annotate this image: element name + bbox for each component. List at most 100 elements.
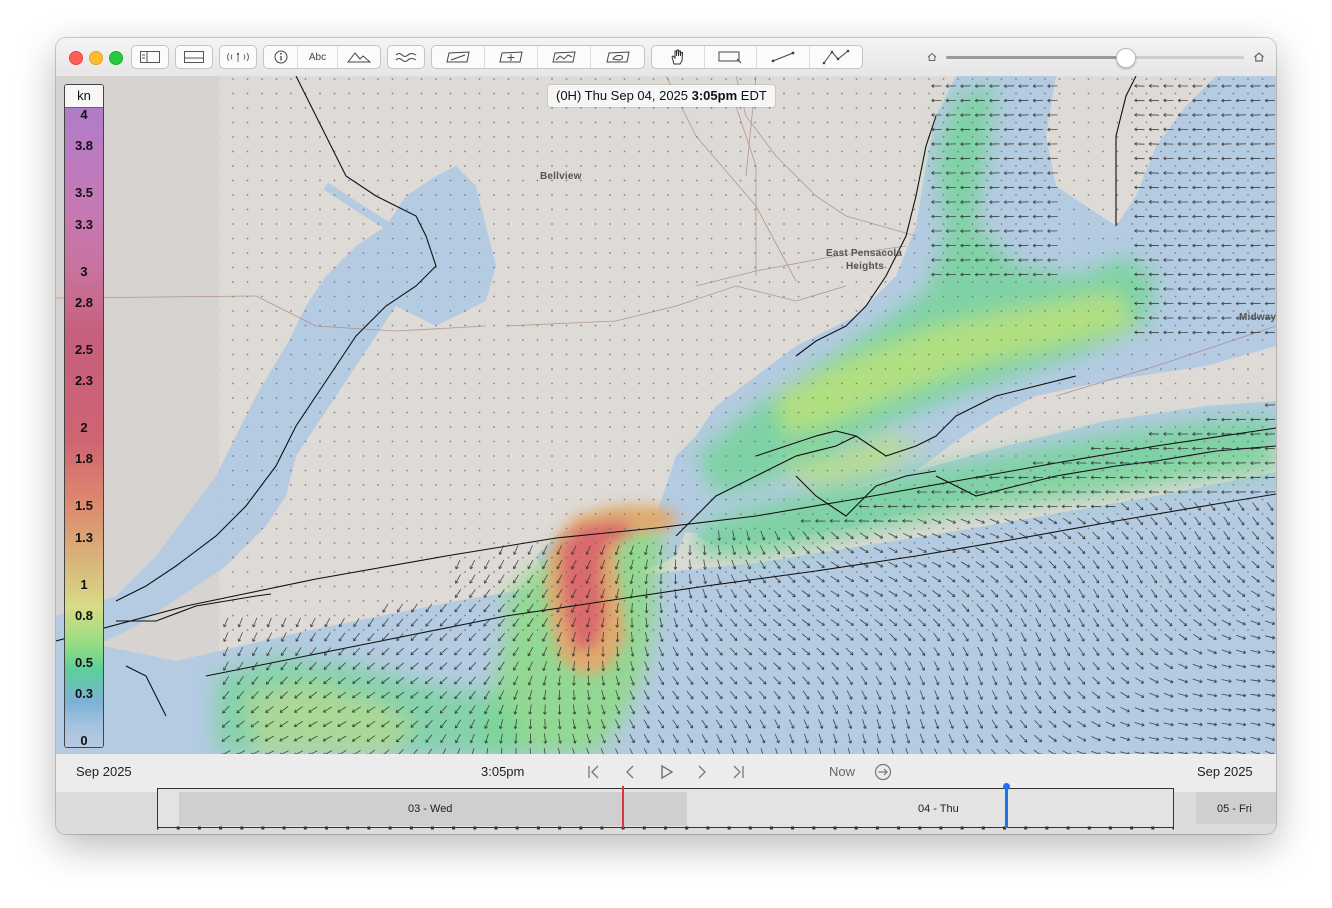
select-tool-button[interactable] bbox=[705, 46, 757, 68]
step-forward-icon[interactable] bbox=[692, 762, 712, 782]
legend-tick: 1.5 bbox=[74, 498, 94, 514]
timeline-current-marker[interactable] bbox=[1005, 785, 1008, 828]
timeline-hour-tick bbox=[981, 826, 985, 830]
measure-tool-button[interactable] bbox=[757, 46, 810, 68]
timeline-hour-tick bbox=[1024, 826, 1028, 830]
valid-time-label: (0H) Thu Sep 04, 2025 3:05pm EDT bbox=[548, 85, 775, 107]
zoom-slider[interactable] bbox=[926, 48, 1266, 68]
current-map[interactable]: (0H) Thu Sep 04, 2025 3:05pm EDT Bellvie… bbox=[56, 76, 1276, 754]
zoom-window-button[interactable] bbox=[109, 51, 123, 65]
skip-to-start-icon[interactable] bbox=[584, 762, 604, 782]
timeline-right-month: Sep 2025 bbox=[1197, 764, 1253, 779]
timeline-hour-tick bbox=[409, 826, 413, 830]
timeline-hour-tick bbox=[346, 826, 350, 830]
waves-icon bbox=[395, 53, 417, 62]
route-add-icon bbox=[499, 51, 523, 63]
toolbar-group-annotate: Abc bbox=[263, 45, 381, 69]
timeline-current-time: 3:05pm bbox=[481, 764, 525, 779]
play-icon[interactable] bbox=[656, 762, 676, 782]
close-window-button[interactable] bbox=[69, 51, 83, 65]
timeline-panel: Sep 2025 3:05pm Now Sep 2025 03 - Wed 04… bbox=[56, 754, 1276, 834]
timeline-hour-tick bbox=[536, 826, 540, 830]
info-button[interactable] bbox=[264, 46, 298, 68]
polyline-icon bbox=[822, 49, 850, 65]
signal-icon bbox=[227, 52, 249, 62]
legend-tick: 2.3 bbox=[74, 373, 94, 389]
currents-layer-button[interactable] bbox=[388, 46, 424, 68]
route-chart-button[interactable] bbox=[538, 46, 591, 68]
timeline-hour-tick bbox=[706, 826, 710, 830]
timeline-hour-tick bbox=[791, 826, 795, 830]
labels-button[interactable]: Abc bbox=[298, 46, 338, 68]
pan-hand-icon bbox=[671, 49, 683, 65]
go-to-now-icon[interactable] bbox=[873, 762, 893, 782]
timeline-hour-tick bbox=[473, 826, 477, 830]
legend-tick: 1.3 bbox=[74, 529, 94, 545]
measure-line-icon bbox=[771, 51, 795, 63]
valid-time-bold: 3:05pm bbox=[691, 88, 738, 103]
valid-time-suffix: EDT bbox=[737, 88, 767, 103]
route-edit-button[interactable] bbox=[432, 46, 485, 68]
timeline-hour-tick bbox=[1066, 826, 1070, 830]
app-window: Abc (0H) Thu Sep 04, 2025 3:05pm EDT Bel… bbox=[56, 38, 1276, 834]
timeline-hour-tick bbox=[558, 826, 562, 830]
timeline-hour-tick bbox=[748, 826, 752, 830]
valid-time-prefix: (0H) Thu Sep 04, 2025 bbox=[556, 88, 692, 103]
timeline-now-marker bbox=[622, 786, 624, 828]
timeline-hour-tick bbox=[812, 826, 816, 830]
timeline-hour-tick bbox=[579, 826, 583, 830]
legend-tick: 4 bbox=[80, 107, 88, 122]
toolbar-group-tools bbox=[651, 45, 863, 69]
bottom-panel-toggle-button[interactable] bbox=[176, 46, 212, 68]
zoom-track[interactable] bbox=[946, 48, 1244, 68]
sidebar-toggle-button[interactable] bbox=[132, 46, 168, 68]
zoom-knob[interactable] bbox=[1115, 48, 1136, 68]
map-canvas[interactable] bbox=[56, 76, 1276, 754]
timeline-hour-tick bbox=[325, 826, 328, 830]
legend-tick: 1.8 bbox=[74, 451, 94, 467]
zoom-in-home-icon[interactable] bbox=[1253, 51, 1265, 63]
place-label-bellview: Bellview bbox=[540, 171, 582, 182]
timeline-hour-tick bbox=[727, 826, 731, 830]
route-region-button[interactable] bbox=[591, 46, 644, 68]
timeline-current-handle[interactable] bbox=[1003, 783, 1010, 790]
now-button[interactable]: Now bbox=[829, 764, 855, 779]
toolbar-group-data bbox=[219, 45, 257, 69]
legend-tick: 2.5 bbox=[74, 341, 94, 357]
step-back-icon[interactable] bbox=[620, 762, 640, 782]
zoom-fill bbox=[946, 56, 1125, 59]
timeline-hour-tick bbox=[1108, 826, 1112, 830]
timeline-hour-tick bbox=[240, 826, 244, 830]
timeline-hour-tick bbox=[282, 826, 286, 830]
timeline-hour-tick bbox=[685, 826, 689, 830]
timeline-hour-tick bbox=[664, 826, 667, 830]
live-data-button[interactable] bbox=[220, 46, 256, 68]
info-icon bbox=[274, 50, 287, 64]
route-add-button[interactable] bbox=[485, 46, 538, 68]
timeline-left-month: Sep 2025 bbox=[76, 764, 132, 779]
timeline-hour-tick bbox=[1172, 826, 1174, 830]
zoom-out-home-icon[interactable] bbox=[926, 51, 938, 63]
legend-tick: 1 bbox=[80, 576, 88, 592]
timeline-hour-tick bbox=[157, 826, 159, 830]
timeline-hour-tick bbox=[176, 826, 180, 830]
legend-tick: 3.3 bbox=[74, 216, 94, 232]
timeline-hour-tick bbox=[854, 826, 858, 830]
polyline-tool-button[interactable] bbox=[810, 46, 863, 68]
timeline-hour-tick bbox=[600, 826, 604, 830]
timeline-hour-ticks bbox=[157, 826, 1174, 830]
pan-tool-button[interactable] bbox=[652, 46, 705, 68]
skip-to-end-icon[interactable] bbox=[728, 762, 748, 782]
timeline-hour-tick bbox=[1130, 826, 1134, 830]
legend-tick: 3.8 bbox=[74, 138, 94, 154]
toolbar-group-layers bbox=[387, 45, 425, 69]
timeline-hour-tick bbox=[197, 826, 201, 830]
minimize-window-button[interactable] bbox=[89, 51, 103, 65]
select-rect-icon bbox=[718, 51, 742, 64]
sidebar-icon bbox=[140, 51, 160, 63]
terrain-icon bbox=[347, 52, 371, 63]
timeline-hour-tick bbox=[367, 826, 371, 830]
label-icon: Abc bbox=[308, 51, 327, 63]
timeline-hour-tick bbox=[261, 826, 265, 830]
terrain-button[interactable] bbox=[338, 46, 380, 68]
